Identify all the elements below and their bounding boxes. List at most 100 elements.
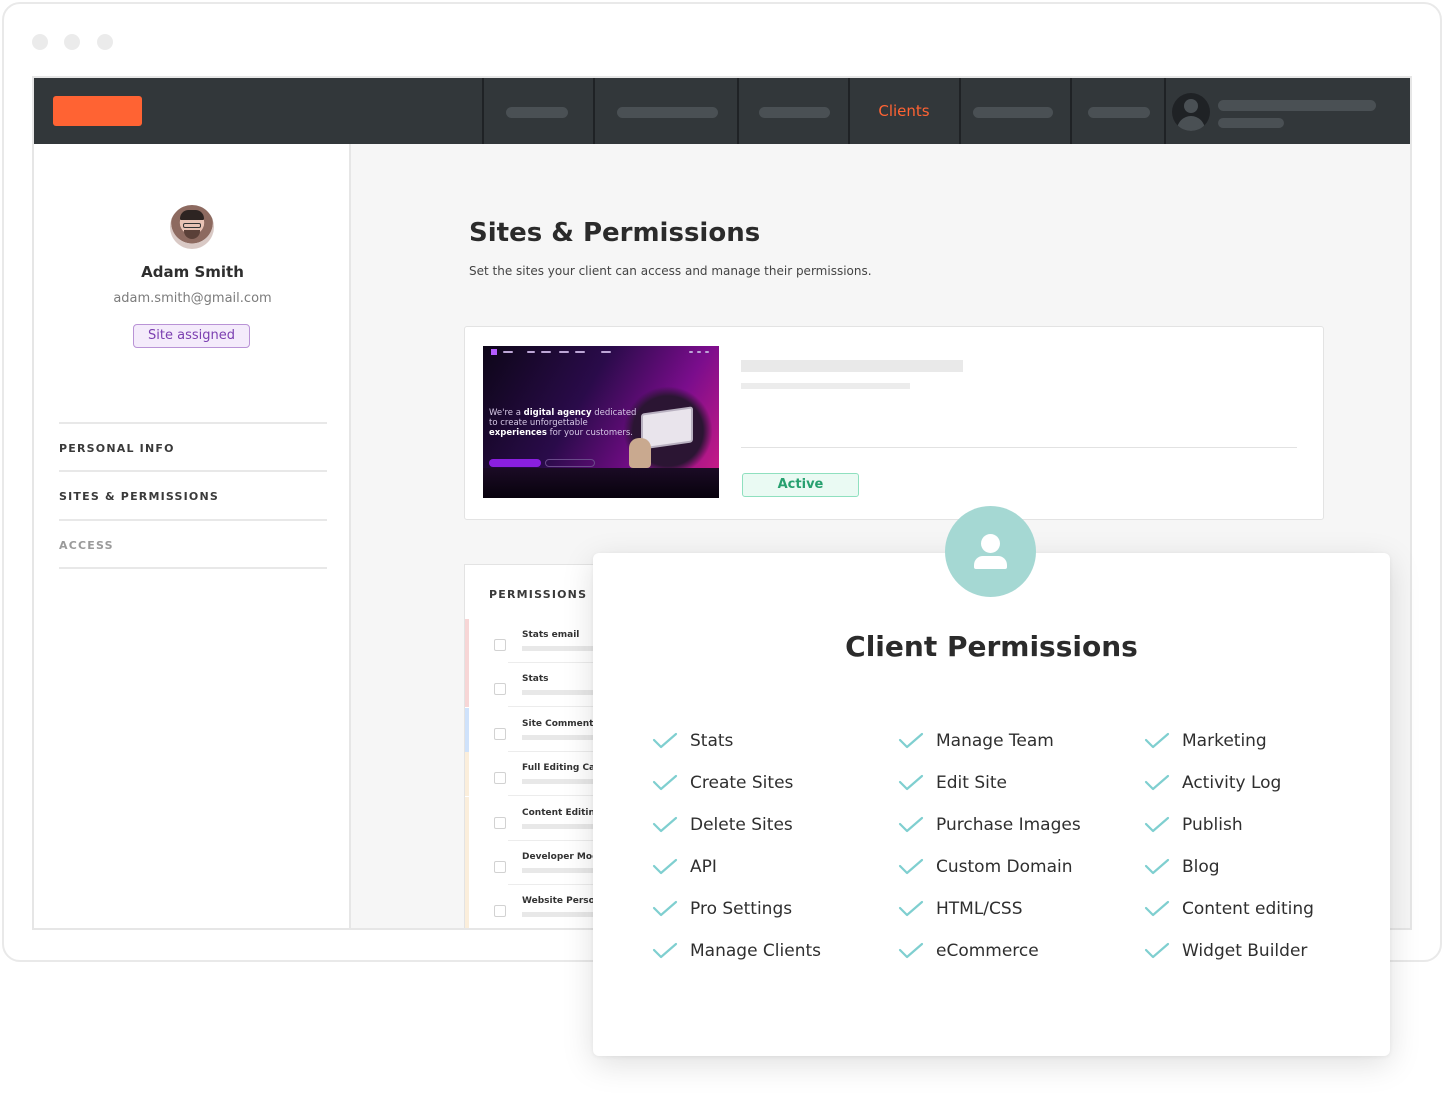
- client-permissions-card: [593, 553, 1390, 1056]
- permission-checkbox[interactable]: [494, 861, 506, 873]
- permission-item: Marketing: [1144, 728, 1267, 754]
- window-dot-icon: [32, 34, 48, 50]
- check-icon: [1144, 774, 1170, 791]
- check-icon: [898, 816, 924, 833]
- sidebar-item-access[interactable]: ACCESS: [59, 519, 327, 567]
- permission-item: Edit Site: [898, 770, 1007, 796]
- permission-item-label: Content editing: [1182, 899, 1314, 919]
- permission-item-label: Widget Builder: [1182, 941, 1308, 961]
- nav-item[interactable]: [959, 78, 1070, 144]
- permission-item: Purchase Images: [898, 812, 1081, 838]
- brand-logo[interactable]: [53, 96, 142, 126]
- category-stripe: [465, 752, 469, 796]
- category-stripe: [465, 885, 469, 928]
- check-icon: [652, 816, 678, 833]
- category-stripe: [465, 663, 469, 707]
- permission-item-label: Publish: [1182, 815, 1243, 835]
- permission-item: Publish: [1144, 812, 1243, 838]
- permission-item-label: HTML/CSS: [936, 899, 1023, 919]
- permission-checkbox[interactable]: [494, 639, 506, 651]
- category-stripe: [465, 841, 469, 885]
- sidebar: Adam Smith adam.smith@gmail.com Site ass…: [34, 144, 351, 928]
- check-icon: [652, 858, 678, 875]
- check-icon: [652, 732, 678, 749]
- site-card[interactable]: We're a digital agency dedicated to crea…: [464, 326, 1324, 520]
- check-icon: [1144, 816, 1170, 833]
- sidebar-item-sites-permissions[interactable]: SITES & PERMISSIONS: [59, 470, 327, 518]
- user-icon: [945, 506, 1036, 597]
- permission-label: Stats email: [522, 630, 580, 640]
- permission-checkbox[interactable]: [494, 772, 506, 784]
- sidebar-item-personal-info[interactable]: PERSONAL INFO: [59, 422, 327, 470]
- check-icon: [652, 774, 678, 791]
- permission-item: API: [652, 854, 717, 880]
- check-icon: [898, 858, 924, 875]
- site-status-badge: Active: [742, 473, 859, 497]
- permission-item: Create Sites: [652, 770, 793, 796]
- permission-item-label: Delete Sites: [690, 815, 793, 835]
- permission-label: Stats: [522, 674, 549, 684]
- permission-item-label: Purchase Images: [936, 815, 1081, 835]
- divider: [741, 447, 1297, 448]
- permission-item: Pro Settings: [652, 896, 792, 922]
- site-name-placeholder: [741, 360, 963, 372]
- window-dot-icon: [64, 34, 80, 50]
- permissions-heading: PERMISSIONS: [489, 588, 588, 601]
- nav-item[interactable]: [593, 78, 737, 144]
- category-stripe: [465, 619, 469, 663]
- divider: [59, 567, 327, 569]
- user-avatar-icon[interactable]: [1172, 93, 1210, 131]
- permission-label: Full Editing Cap: [522, 763, 602, 773]
- nav-item[interactable]: [482, 78, 593, 144]
- top-navigation: Clients: [34, 78, 1410, 144]
- permission-item-label: Edit Site: [936, 773, 1007, 793]
- permission-item: Delete Sites: [652, 812, 793, 838]
- permission-item-label: Activity Log: [1182, 773, 1282, 793]
- nav-item-clients[interactable]: Clients: [848, 78, 959, 144]
- user-name: Adam Smith: [141, 263, 244, 281]
- permission-item: Stats: [652, 728, 733, 754]
- permission-item-label: Manage Clients: [690, 941, 822, 961]
- check-icon: [652, 900, 678, 917]
- site-thumbnail[interactable]: We're a digital agency dedicated to crea…: [483, 346, 719, 498]
- category-stripe: [465, 797, 469, 841]
- permission-checkbox[interactable]: [494, 905, 506, 917]
- permission-item: Manage Clients: [652, 938, 821, 964]
- check-icon: [898, 774, 924, 791]
- check-icon: [1144, 900, 1170, 917]
- permission-label: Site Comments: [522, 719, 599, 729]
- permission-item-label: Stats: [690, 731, 734, 751]
- permission-item: Content editing: [1144, 896, 1314, 922]
- permission-item-label: API: [690, 857, 717, 877]
- status-badge: Site assigned: [133, 324, 250, 348]
- check-icon: [1144, 858, 1170, 875]
- check-icon: [652, 942, 678, 959]
- check-icon: [898, 900, 924, 917]
- nav-item[interactable]: [737, 78, 848, 144]
- nav-item[interactable]: [1070, 78, 1164, 144]
- permission-label: Content Editing: [522, 808, 602, 818]
- thumbnail-hero-text: We're a digital agency dedicated to crea…: [489, 408, 637, 438]
- permission-item: HTML/CSS: [898, 896, 1023, 922]
- page-title: Sites & Permissions: [469, 218, 761, 248]
- category-stripe: [465, 708, 469, 752]
- permission-item-label: Pro Settings: [690, 899, 793, 919]
- avatar: [170, 205, 214, 249]
- user-email: adam.smith@gmail.com: [113, 291, 272, 306]
- check-icon: [1144, 732, 1170, 749]
- nav-item-clients-label: Clients: [878, 102, 930, 120]
- permission-checkbox[interactable]: [494, 817, 506, 829]
- check-icon: [1144, 942, 1170, 959]
- permission-checkbox[interactable]: [494, 728, 506, 740]
- page-subtitle: Set the sites your client can access and…: [469, 264, 872, 278]
- check-icon: [898, 732, 924, 749]
- permission-item: Blog: [1144, 854, 1220, 880]
- site-url-placeholder: [741, 383, 910, 389]
- permission-item-label: Custom Domain: [936, 857, 1073, 877]
- permission-item-label: Create Sites: [690, 773, 794, 793]
- permission-item: Widget Builder: [1144, 938, 1307, 964]
- permission-item: Activity Log: [1144, 770, 1281, 796]
- window-dot-icon: [97, 34, 113, 50]
- permission-checkbox[interactable]: [494, 683, 506, 695]
- permission-item: Manage Team: [898, 728, 1054, 754]
